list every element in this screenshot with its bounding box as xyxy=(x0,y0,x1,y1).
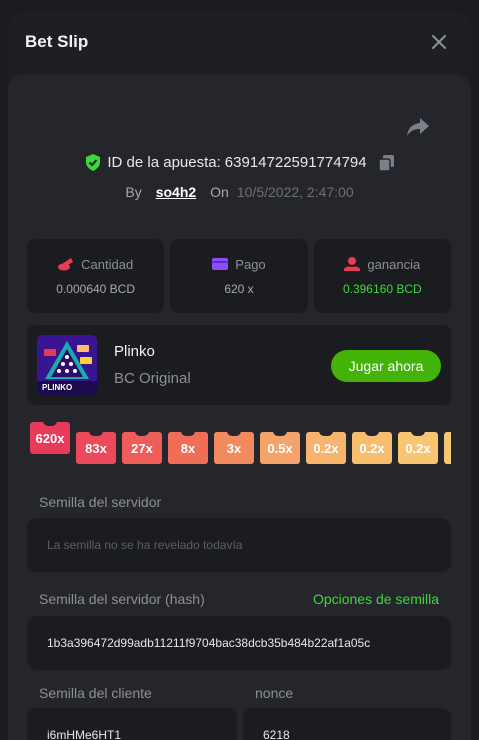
stat-profit-value: 0.396160 BCD xyxy=(342,281,422,296)
stat-profit-head: ganancia xyxy=(344,257,420,272)
chip-notch xyxy=(89,431,103,436)
game-card: PLINKO Plinko BC Original Jugar ahora xyxy=(27,325,451,405)
copy-button[interactable] xyxy=(378,154,394,171)
seed-options-link[interactable]: Opciones de semilla xyxy=(313,591,439,607)
server-seed-placeholder: La semilla no se ha revelado todavía xyxy=(47,538,243,552)
stat-profit: ganancia 0.396160 BCD xyxy=(313,239,451,313)
multiplier-chip: 0.5x xyxy=(260,431,300,464)
server-seed-label: Semilla del servidor xyxy=(39,494,162,510)
nonce-label: nonce xyxy=(255,685,294,701)
multiplier-chip: 83x xyxy=(76,431,116,464)
username-link[interactable]: so4h2 xyxy=(156,184,196,200)
multiplier-value: 8x xyxy=(180,440,196,456)
bet-detail-panel: ID de la apuesta: 63914722591774794 By s… xyxy=(8,74,471,740)
game-thumbnail[interactable]: PLINKO xyxy=(37,335,97,395)
server-hash-value: 1b3a396472d99adb11211f9704bac38dcb35b484… xyxy=(47,636,371,650)
bet-id-row: ID de la apuesta: 63914722591774794 xyxy=(8,154,471,171)
wallet-icon xyxy=(212,258,229,270)
stat-payout-label: Pago xyxy=(235,256,266,272)
multiplier-value: 3x xyxy=(226,440,242,456)
client-seed-value: i6mHMe6HT1 xyxy=(47,728,122,740)
game-subtitle: BC Original xyxy=(114,370,191,387)
stat-payout-value: 620 x xyxy=(224,281,254,296)
stat-payout: Pago 620 x xyxy=(170,239,308,313)
bet-date: 10/5/2022, 2:47:00 xyxy=(236,184,354,200)
bet-slip-modal: Bet Slip ID de la apuesta: 6391472259177… xyxy=(8,12,471,740)
multiplier-value: 0.2x xyxy=(313,440,339,456)
multiplier-value: 83x xyxy=(85,440,107,456)
share-button[interactable] xyxy=(406,116,432,140)
chip-notch xyxy=(319,431,333,436)
modal-title: Bet Slip xyxy=(25,32,89,51)
chip-notch xyxy=(135,431,149,436)
multiplier-strip: 620x 83x 27x 8x 3x 0.5x 0.2x 0.2x 0.2x xyxy=(30,419,451,465)
stat-profit-label: ganancia xyxy=(367,256,421,272)
nonce-field[interactable]: 6218 xyxy=(243,708,451,740)
profit-icon xyxy=(344,257,361,271)
server-hash-label: Semilla del servidor (hash) xyxy=(39,591,205,607)
play-now-button[interactable]: Jugar ahora xyxy=(331,350,441,382)
multiplier-chip: 0.2x xyxy=(306,431,346,464)
client-seed-field[interactable]: i6mHMe6HT1 xyxy=(27,708,237,740)
client-seed-label: Semilla del cliente xyxy=(39,685,152,701)
server-seed-field: La semilla no se ha revelado todavía xyxy=(27,518,451,572)
stat-payout-head: Pago xyxy=(212,256,266,272)
modal-header: Bet Slip xyxy=(8,12,471,72)
stat-amount-head: Cantidad xyxy=(58,257,133,272)
stat-amount: Cantidad 0.000640 BCD xyxy=(27,239,165,313)
shield-check-icon xyxy=(86,154,101,171)
chip-notch xyxy=(227,431,241,436)
server-hash-field[interactable]: 1b3a396472d99adb11211f9704bac38dcb35b484… xyxy=(27,616,451,670)
multiplier-value: 0.5x xyxy=(267,440,293,456)
multiplier-value: 27x xyxy=(131,440,153,456)
multiplier-chip xyxy=(444,432,451,464)
chip-notch xyxy=(273,431,287,436)
by-label: By xyxy=(125,184,142,200)
multiplier-value: 0.2x xyxy=(405,440,431,456)
stat-amount-value: 0.000640 BCD xyxy=(56,281,136,296)
on-label: On xyxy=(210,184,229,200)
bet-stats: Cantidad 0.000640 BCD Pago 620 x gananci… xyxy=(27,239,451,313)
multiplier-chip: 8x xyxy=(168,431,208,464)
game-name: Plinko xyxy=(114,343,155,360)
stat-amount-label: Cantidad xyxy=(81,256,134,272)
share-icon xyxy=(407,118,429,136)
chip-notch xyxy=(181,431,195,436)
chip-notch xyxy=(411,431,425,436)
close-button[interactable] xyxy=(429,32,449,52)
multiplier-value: 0.2x xyxy=(359,440,385,456)
multiplier-chip: 620x xyxy=(30,421,70,454)
bet-author-row: By so4h2 On 10/5/2022, 2:47:00 xyxy=(8,184,471,200)
bet-id-label: ID de la apuesta: xyxy=(107,154,221,171)
close-icon xyxy=(432,35,446,49)
multiplier-value: 620x xyxy=(35,430,65,446)
nonce-value: 6218 xyxy=(263,728,290,740)
multiplier-chip: 0.2x xyxy=(352,431,392,464)
chip-notch xyxy=(365,431,379,436)
bet-id-value: 63914722591774794 xyxy=(224,154,367,171)
copy-icon xyxy=(378,154,394,171)
chip-notch xyxy=(43,421,57,426)
game-thumb-label: PLINKO xyxy=(42,383,73,392)
multiplier-chip: 27x xyxy=(122,431,162,464)
multiplier-chip: 0.2x xyxy=(398,431,438,464)
coins-icon xyxy=(58,258,74,271)
multiplier-chip: 3x xyxy=(214,431,254,464)
